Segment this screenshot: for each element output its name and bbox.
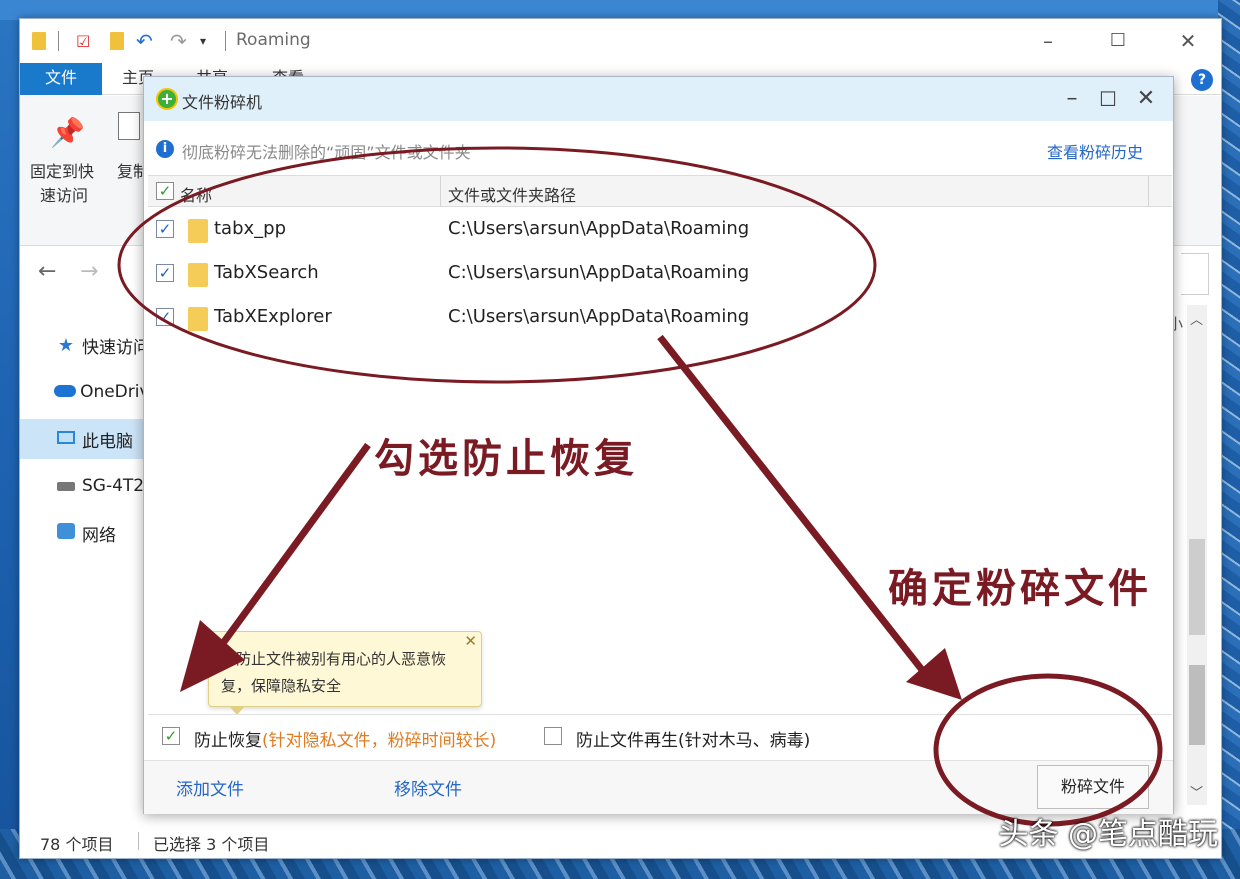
tab-file[interactable]: 文件 <box>20 63 102 95</box>
sidebar-item-onedrive[interactable]: OneDrive <box>20 372 160 412</box>
scrollbar-thumb[interactable] <box>1189 539 1205 635</box>
file-path: C:\Users\arsun\AppData\Roaming <box>448 262 750 283</box>
sidebar-item-label: SG-4T2 <box>82 476 145 496</box>
folder-icon <box>188 307 208 331</box>
column-path[interactable]: 文件或文件夹路径 <box>448 182 576 206</box>
table-row[interactable]: ✓ TabXExplorer C:\Users\arsun\AppData\Ro… <box>148 295 1172 339</box>
maximize-button[interactable]: ☐ <box>1100 27 1136 55</box>
shredder-logo-icon: + <box>156 88 178 110</box>
column-divider[interactable] <box>1148 176 1149 206</box>
star-icon: ★ <box>57 334 75 356</box>
toolbar-separator <box>58 31 59 51</box>
item-count: 78 个项目 <box>40 835 114 854</box>
folder-icon <box>188 263 208 287</box>
navigation-pane: ★ 快速访问 OneDrive 此电脑 SG-4T2 网络 <box>20 319 160 819</box>
prevent-recovery-note: (针对隐私文件，粉碎时间较长) <box>262 731 497 751</box>
toolbar-separator <box>225 31 226 51</box>
search-box-edge[interactable] <box>1181 253 1209 295</box>
select-all-checkbox[interactable]: ✓ <box>156 182 174 200</box>
row-checkbox[interactable]: ✓ <box>156 220 174 238</box>
dialog-titlebar: + 文件粉碎机 – ☐ ✕ <box>144 77 1173 121</box>
tooltip-text: 可防止文件被别有用心的人恶意恢复，保障隐私安全 <box>221 650 447 695</box>
selected-count: 已选择 3 个项目 <box>153 835 270 854</box>
dialog-minimize-button[interactable]: – <box>1054 84 1090 114</box>
sidebar-item-drive[interactable]: SG-4T2 <box>20 466 160 506</box>
view-history-link[interactable]: 查看粉碎历史 <box>1047 139 1143 163</box>
minimize-button[interactable]: – <box>1030 27 1066 55</box>
sidebar-item-label: 网络 <box>82 525 116 546</box>
annotation-confirm-shred: 确定粉碎文件 <box>888 566 1152 612</box>
table-row[interactable]: ✓ TabXSearch C:\Users\arsun\AppData\Roam… <box>148 251 1172 295</box>
new-folder-icon[interactable] <box>110 31 124 51</box>
back-icon[interactable]: ← <box>38 259 56 284</box>
desktop-top-edge <box>0 0 1240 20</box>
pin-icon[interactable]: 📌 <box>50 116 85 149</box>
column-name[interactable]: 名称 <box>180 182 212 206</box>
file-path: C:\Users\arsun\AppData\Roaming <box>448 218 750 239</box>
table-header: ✓ 名称 文件或文件夹路径 <box>148 175 1172 207</box>
drive-icon <box>54 476 78 496</box>
cloud-icon <box>54 382 77 402</box>
scroll-up-icon[interactable]: ︿ <box>1190 309 1203 328</box>
file-path: C:\Users\arsun\AppData\Roaming <box>448 306 750 327</box>
info-text: 彻底粉碎无法删除的“顽固”文件或文件夹 <box>182 143 471 162</box>
prevent-recovery-checkbox[interactable]: ✓ <box>162 727 180 745</box>
options-row: ✓ 防止恢复(针对隐私文件，粉碎时间较长) 防止文件再生(针对木马、病毒) <box>148 714 1172 758</box>
file-shredder-dialog: + 文件粉碎机 – ☐ ✕ i 彻底粉碎无法删除的“顽固”文件或文件夹 查看粉碎… <box>143 76 1174 814</box>
folder-icon <box>188 219 208 243</box>
explorer-titlebar: ☑ ↶ ↷ ▾ Roaming – ☐ ✕ <box>20 19 1221 63</box>
sidebar-item-this-pc[interactable]: 此电脑 <box>20 419 160 459</box>
file-name: TabXSearch <box>214 262 319 283</box>
copy-icon[interactable] <box>118 112 140 140</box>
network-icon <box>54 522 78 544</box>
scroll-down-icon[interactable]: ﹀ <box>1190 782 1203 801</box>
prevent-recovery-option[interactable]: 防止恢复(针对隐私文件，粉碎时间较长) <box>194 726 496 751</box>
close-button[interactable]: ✕ <box>1170 27 1206 55</box>
dialog-title: 文件粉碎机 <box>182 93 263 112</box>
undo-icon[interactable]: ↶ <box>136 29 153 53</box>
scrollbar-thumb[interactable] <box>1189 665 1205 745</box>
info-row: i 彻底粉碎无法删除的“顽固”文件或文件夹 查看粉碎历史 <box>144 121 1173 175</box>
tooltip-close-icon[interactable]: ✕ <box>464 632 477 650</box>
sidebar-item-quick-access[interactable]: ★ 快速访问 <box>20 325 160 365</box>
sidebar-item-label: 快速访问 <box>82 337 150 358</box>
status-separator <box>138 832 139 850</box>
prevent-regeneration-label: 防止文件再生 <box>576 731 678 751</box>
prevent-regeneration-checkbox[interactable] <box>544 727 562 745</box>
column-divider[interactable] <box>440 176 441 206</box>
customize-toolbar-icon[interactable]: ▾ <box>200 31 206 51</box>
forward-icon[interactable]: → <box>80 259 98 284</box>
row-checkbox[interactable]: ✓ <box>156 308 174 326</box>
sidebar-item-network[interactable]: 网络 <box>20 513 160 553</box>
recovery-tooltip: 可防止文件被别有用心的人恶意恢复，保障隐私安全 ✕ <box>208 631 482 715</box>
window-title: Roaming <box>236 30 311 50</box>
prevent-recovery-label: 防止恢复 <box>194 731 262 751</box>
row-checkbox[interactable]: ✓ <box>156 264 174 282</box>
pin-label-line1[interactable]: 固定到快 <box>30 160 94 183</box>
vertical-scrollbar[interactable]: ︿ ﹀ <box>1187 305 1207 805</box>
help-icon[interactable]: ? <box>1191 69 1213 91</box>
dialog-close-button[interactable]: ✕ <box>1128 84 1164 114</box>
folder-icon <box>32 31 46 51</box>
table-row[interactable]: ✓ tabx_pp C:\Users\arsun\AppData\Roaming <box>148 207 1172 251</box>
file-name: TabXExplorer <box>214 306 332 327</box>
info-icon: i <box>156 140 174 158</box>
redo-icon[interactable]: ↷ <box>170 29 187 53</box>
prevent-regeneration-option[interactable]: 防止文件再生(针对木马、病毒) <box>576 726 810 751</box>
prevent-regeneration-note: (针对木马、病毒) <box>678 731 811 751</box>
sidebar-item-label: 此电脑 <box>82 431 133 452</box>
shred-files-button[interactable]: 粉碎文件 <box>1037 765 1149 809</box>
properties-icon[interactable]: ☑ <box>76 31 90 51</box>
file-name: tabx_pp <box>214 218 287 239</box>
dialog-maximize-button[interactable]: ☐ <box>1090 84 1126 114</box>
computer-icon <box>54 429 78 449</box>
watermark: 头条 @笔点酷玩 <box>998 817 1218 852</box>
remove-file-link[interactable]: 移除文件 <box>394 775 462 800</box>
annotation-check-prevent: 勾选防止恢复 <box>374 436 638 482</box>
add-file-link[interactable]: 添加文件 <box>176 775 244 800</box>
dialog-action-bar: 添加文件 移除文件 粉碎文件 <box>144 760 1173 814</box>
pin-label-line2[interactable]: 速访问 <box>40 184 88 207</box>
